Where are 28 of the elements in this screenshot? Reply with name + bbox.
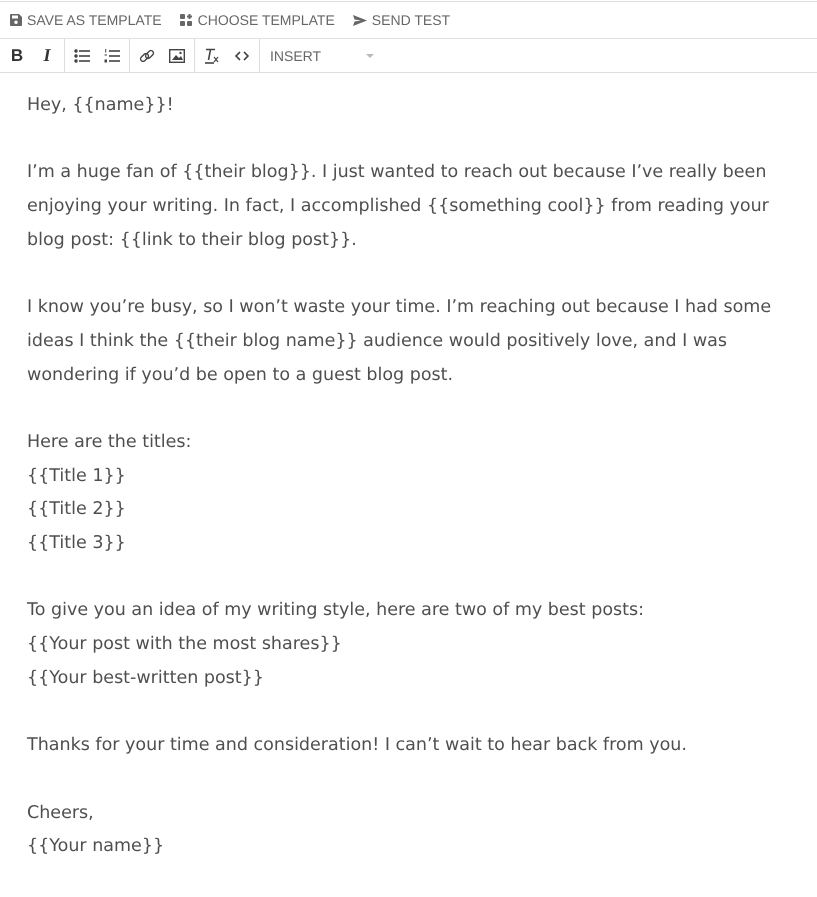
italic-button[interactable]: I — [32, 39, 62, 72]
text-line: Here are the titles: — [27, 430, 192, 454]
text-line: I’m a huge fan of {{their blog}}. I just wanted to reach out because I’ve really been enjoying your writing. In fact, I accomplished {{something cool}} from reading your blog post: {{link to their blog post}}. — [27, 161, 770, 252]
choose-template-button[interactable]: CHOOSE TEMPLATE — [180, 12, 335, 28]
numbered-list-icon — [104, 48, 120, 62]
text-line: Hey, {{name}}! — [27, 94, 175, 117]
send-test-button[interactable]: SEND TEST — [352, 12, 450, 28]
text-line: {{Title 1}} — [27, 464, 127, 488]
text-line: {{Your name}} — [27, 835, 166, 858]
save-template-button[interactable]: SAVE AS TEMPLATE — [10, 12, 162, 28]
text-line: {{Your post with the most shares}} — [27, 633, 343, 656]
text-line: {{Title 3}} — [27, 532, 127, 556]
code-icon — [235, 50, 249, 60]
link-icon — [139, 48, 155, 64]
paper-plane-icon — [352, 14, 367, 26]
text-line: {{Title 2}} — [27, 498, 127, 522]
bold-button[interactable]: B — [2, 39, 32, 72]
text-line: Thanks for your time and consideration! I can’t wait to hear back from you. — [27, 734, 688, 758]
image-icon — [169, 48, 185, 62]
bullet-list-icon — [74, 48, 90, 62]
caret-icon — [366, 54, 374, 58]
grid-icon — [180, 14, 193, 26]
text-line: I know you’re busy, so I won’t waste your time. I’m reaching out because I had some ideas I think the {{their blog name}} audience would positively love, and I was wondering if you’d be open to a guest blog post. — [27, 296, 772, 387]
text-line: {{Your best-written post}} — [27, 666, 265, 690]
text-line: Cheers, — [27, 802, 95, 825]
text-line: To give you an idea of my writing style, here are two of my best posts: — [27, 599, 646, 622]
clear-format-icon — [204, 48, 220, 64]
insert-dropdown[interactable]: INSERT — [260, 39, 382, 72]
